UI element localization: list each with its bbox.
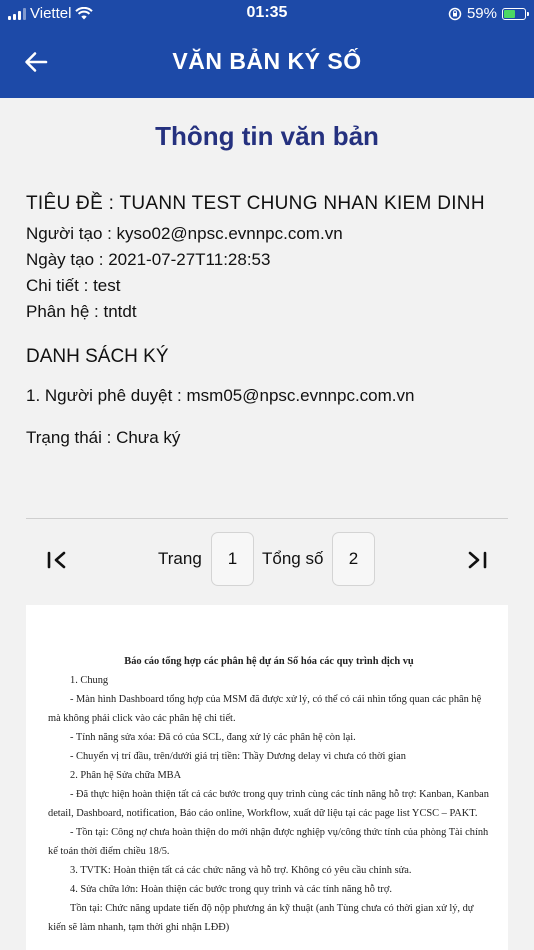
sign-status: Trạng thái : Chưa ký: [26, 428, 181, 447]
section-title: Thông tin văn bản: [155, 121, 379, 151]
document-title: TIÊU ĐỀ : TUANN TEST CHUNG NHAN KIEM DIN…: [26, 193, 485, 214]
detail-field: Chi tiết : test: [26, 276, 121, 295]
orientation-lock-icon: [448, 7, 462, 20]
nav-bar: VĂN BẢN KÝ SỐ: [0, 28, 534, 98]
total-pages: 2: [332, 532, 375, 586]
preview-line: 4. Sửa chữa lớn: Hoàn thiện các bước tro…: [70, 884, 392, 895]
status-bar: Viettel 01:35 59%: [0, 0, 534, 28]
first-page-button[interactable]: [44, 546, 72, 574]
subsystem-field: Phân hệ : tntdt: [26, 302, 137, 321]
total-label: Tổng số: [262, 549, 324, 568]
battery-percent: 59%: [466, 5, 497, 22]
divider: [26, 518, 508, 519]
document-info: TIÊU ĐỀ : TUANN TEST CHUNG NHAN KIEM DIN…: [26, 193, 516, 325]
preview-line: Tồn tại: Chức năng update tiến độ nộp ph…: [48, 903, 474, 933]
page-label: Trang: [158, 549, 202, 568]
preview-line: - Màn hình Dashboard tổng hợp của MSM đã…: [48, 694, 482, 724]
preview-line: - Tồn tại: Công nợ chưa hoàn thiện do mớ…: [48, 827, 489, 857]
preview-line: - Tính năng sửa xóa: Đã có của SCL, đang…: [70, 732, 356, 743]
last-page-icon: [468, 551, 487, 569]
app-header: Viettel 01:35 59% VĂN BẢN KÝ SỐ: [0, 0, 534, 98]
pagination: Trang 1 Tổng số 2: [26, 530, 508, 588]
document-preview[interactable]: Báo cáo tổng hợp các phân hệ dự án Số hó…: [26, 605, 508, 950]
preview-line: - Chuyển vị trí đầu, trên/dưới giá trị t…: [70, 751, 406, 762]
battery-icon: [502, 7, 529, 20]
sign-list-heading: DANH SÁCH KÝ: [26, 346, 169, 367]
preview-title: Báo cáo tổng hợp các phân hệ dự án Số hó…: [124, 656, 414, 667]
preview-line: 2. Phân hệ Sửa chữa MBA: [70, 770, 182, 781]
page-title: VĂN BẢN KÝ SỐ: [172, 48, 362, 74]
preview-line: 1. Chung: [70, 675, 109, 686]
preview-line: - Đã thực hiện hoàn thiện tất cả các bướ…: [48, 789, 489, 819]
preview-line: 3. TVTK: Hoàn thiện tất cả các chức năng…: [70, 865, 412, 876]
created-date-field: Ngày tạo : 2021-07-27T11:28:53: [26, 250, 271, 269]
status-right: 59%: [448, 5, 529, 22]
creator-field: Người tạo : kyso02@npsc.evnnpc.com.vn: [26, 224, 343, 243]
last-page-button[interactable]: [462, 546, 490, 574]
first-page-icon: [47, 551, 66, 569]
current-page[interactable]: 1: [211, 532, 254, 586]
signer-item: 1. Người phê duyệt : msm05@npsc.evnnpc.c…: [26, 386, 415, 405]
battery-level: [504, 9, 515, 18]
